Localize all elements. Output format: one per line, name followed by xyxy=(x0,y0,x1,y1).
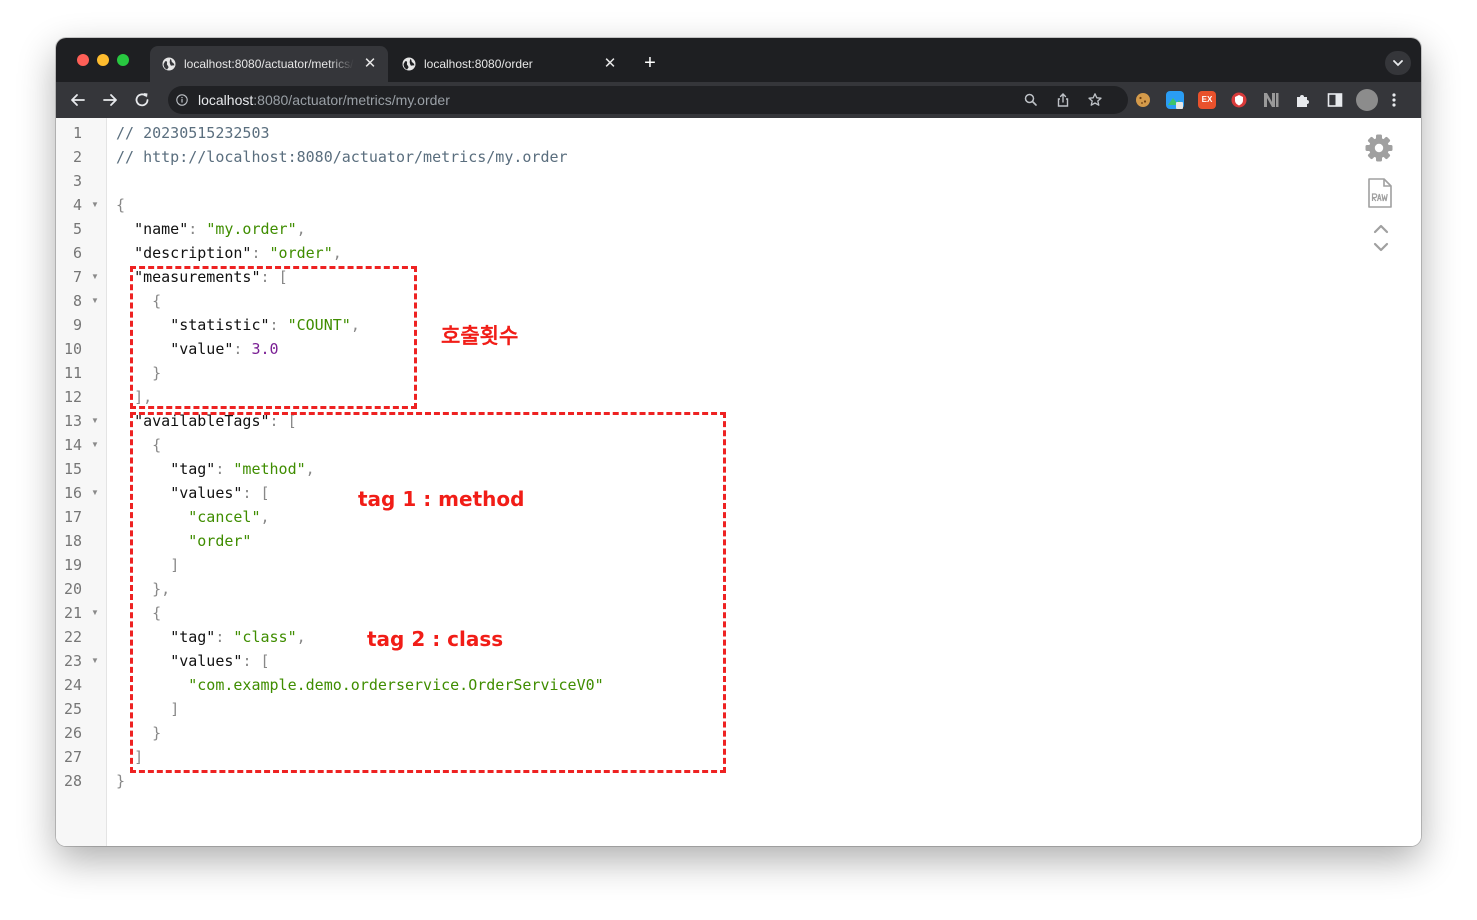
new-tab-button[interactable]: + xyxy=(636,52,664,76)
close-tab-icon[interactable]: ✕ xyxy=(602,56,618,72)
fold-toggle-icon[interactable]: ▼ xyxy=(91,289,101,313)
json-viewer-page: 1 2 3 4 ▼ 5 6 7 ▼ 8 ▼ 9 10 11 12 13 ▼ 14 ▼ 15 16 ▼ 17 18 19 20 21 ▼… xyxy=(56,118,1421,846)
url-host: localhost xyxy=(198,92,254,108)
line-number: 16 xyxy=(63,484,82,502)
browser-window: localhost:8080/actuator/metrics/my.order… xyxy=(56,38,1421,846)
n-extension-icon[interactable] xyxy=(1262,91,1280,109)
tag1-annotation: tag 1 : method xyxy=(358,487,525,511)
code-line: // 20230515232503 xyxy=(116,124,270,142)
line-number: 10 xyxy=(63,340,82,358)
fold-toggle-icon[interactable]: ▼ xyxy=(91,601,101,625)
ex-extension-icon[interactable]: EX xyxy=(1198,91,1216,109)
collapse-expand-icon[interactable] xyxy=(1372,222,1390,254)
raw-view-icon[interactable] xyxy=(1367,177,1393,209)
line-number-gutter: 1 2 3 4 ▼ 5 6 7 ▼ 8 ▼ 9 10 11 12 13 ▼ 14 ▼ 15 16 ▼ 17 18 19 20 21 ▼… xyxy=(56,118,107,846)
fold-toggle-icon[interactable]: ▼ xyxy=(91,433,101,457)
arrow-left-icon xyxy=(71,94,85,106)
image-extension-icon[interactable] xyxy=(1166,91,1184,109)
info-icon[interactable] xyxy=(176,94,188,106)
url-path: :8080/actuator/metrics/my.order xyxy=(253,92,450,108)
line-number: 20 xyxy=(63,580,82,598)
line-number: 1 xyxy=(72,124,82,142)
line-number: 8 xyxy=(72,292,82,310)
close-tab-icon[interactable]: ✕ xyxy=(362,56,378,72)
globe-icon xyxy=(162,57,176,71)
call-count-annotation: 호출횟수 xyxy=(441,324,519,348)
browser-toolbar: localhost:8080/actuator/metrics/my.order… xyxy=(56,82,1421,118)
line-number: 23 xyxy=(63,652,82,670)
chevron-down-icon xyxy=(1393,60,1403,67)
settings-gear-icon[interactable] xyxy=(1364,133,1394,163)
tab-title: localhost:8080/actuator/metrics/my.order xyxy=(184,57,354,71)
minimize-window-button[interactable] xyxy=(97,54,109,66)
measurements-highlight-box xyxy=(130,266,417,409)
line-number: 19 xyxy=(63,556,82,574)
arrow-right-icon xyxy=(103,94,117,106)
line-number: 11 xyxy=(63,364,82,382)
reload-button[interactable] xyxy=(131,89,153,111)
line-number: 27 xyxy=(63,748,82,766)
puzzle-extensions-icon[interactable] xyxy=(1294,91,1312,109)
shield-extension-icon[interactable] xyxy=(1230,91,1248,109)
line-number: 17 xyxy=(63,508,82,526)
fold-toggle-icon[interactable]: ▼ xyxy=(91,481,101,505)
address-bar[interactable]: localhost:8080/actuator/metrics/my.order xyxy=(168,86,1128,114)
line-number: 2 xyxy=(72,148,82,166)
side-panel-icon[interactable] xyxy=(1326,91,1344,109)
fold-toggle-icon[interactable]: ▼ xyxy=(91,265,101,289)
code-line: { xyxy=(116,196,126,214)
profile-avatar[interactable] xyxy=(1356,89,1378,111)
tab-strip: localhost:8080/actuator/metrics/my.order… xyxy=(56,38,1421,82)
line-number: 4 xyxy=(72,196,82,214)
line-number: 21 xyxy=(63,604,82,622)
line-number: 15 xyxy=(63,460,82,478)
cookie-extension-icon[interactable] xyxy=(1134,91,1152,109)
line-number: 9 xyxy=(72,316,82,334)
code-line: "name": "my.order", xyxy=(134,220,306,238)
code-line: // http://localhost:8080/actuator/metric… xyxy=(116,148,568,166)
line-number: 7 xyxy=(72,268,82,286)
line-number: 26 xyxy=(63,724,82,742)
maximize-window-button[interactable] xyxy=(117,54,129,66)
line-number: 25 xyxy=(63,700,82,718)
tab-metrics[interactable]: localhost:8080/actuator/metrics/my.order… xyxy=(150,46,388,82)
line-number: 22 xyxy=(63,628,82,646)
tag2-annotation: tag 2 : class xyxy=(367,627,504,651)
fold-toggle-icon[interactable]: ▼ xyxy=(91,409,101,433)
url-text: localhost:8080/actuator/metrics/my.order xyxy=(198,93,450,107)
line-number: 13 xyxy=(63,412,82,430)
line-number: 18 xyxy=(63,532,82,550)
fold-toggle-icon[interactable]: ▼ xyxy=(91,649,101,673)
tab-search-button[interactable] xyxy=(1385,51,1411,75)
line-number: 14 xyxy=(63,436,82,454)
line-number: 5 xyxy=(72,220,82,238)
line-number: 3 xyxy=(72,172,82,190)
code-line: "description": "order", xyxy=(134,244,342,262)
back-button[interactable] xyxy=(67,89,89,111)
available-tags-highlight-box xyxy=(130,412,726,773)
forward-button[interactable] xyxy=(99,89,121,111)
line-number: 28 xyxy=(63,772,82,790)
globe-icon xyxy=(402,57,416,71)
tab-order[interactable]: localhost:8080/order ✕ xyxy=(390,46,628,82)
tab-title: localhost:8080/order xyxy=(424,57,533,71)
close-window-button[interactable] xyxy=(77,54,89,66)
fold-toggle-icon[interactable]: ▼ xyxy=(91,193,101,217)
line-number: 12 xyxy=(63,388,82,406)
more-menu-icon[interactable] xyxy=(1390,91,1398,109)
line-number: 6 xyxy=(72,244,82,262)
search-icon[interactable] xyxy=(1023,92,1039,108)
share-icon[interactable] xyxy=(1055,92,1071,108)
bookmark-star-icon[interactable] xyxy=(1087,92,1103,108)
line-number: 24 xyxy=(63,676,82,694)
reload-icon xyxy=(135,93,149,107)
